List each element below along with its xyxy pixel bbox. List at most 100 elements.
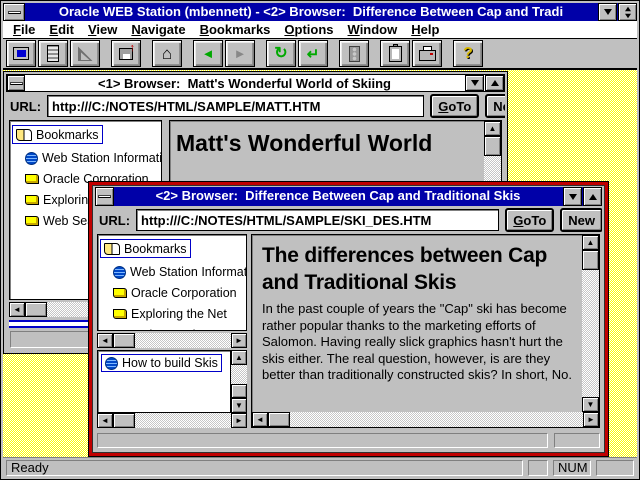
- scrollbar-thumb[interactable]: [113, 333, 135, 348]
- menu-view[interactable]: View: [81, 22, 124, 37]
- menu-options[interactable]: Options: [277, 22, 340, 37]
- print-button[interactable]: [412, 40, 442, 67]
- book-icon: [25, 195, 39, 205]
- stop-button[interactable]: [339, 40, 369, 67]
- home-icon: ⌂: [162, 45, 172, 62]
- window1-maximize-button[interactable]: [485, 75, 504, 91]
- bookmark-item[interactable]: Oracle Corporation: [113, 286, 244, 300]
- window2-body: Bookmarks Web Station Information Oracle…: [95, 234, 602, 428]
- history-item-selected[interactable]: How to build Skis: [101, 354, 222, 372]
- window2-new-button[interactable]: New: [560, 208, 602, 232]
- home-button[interactable]: ⌂: [152, 40, 182, 67]
- menu-bar: File Edit View Navigate Bookmarks Option…: [3, 21, 637, 39]
- scroll-left-icon[interactable]: ◄: [97, 413, 113, 428]
- system-menu-button[interactable]: [3, 3, 25, 21]
- menu-file[interactable]: File: [6, 22, 42, 37]
- scroll-down-icon[interactable]: ▼: [582, 397, 599, 412]
- window2-frame: <2> Browser: Difference Between Cap and …: [92, 185, 605, 453]
- window2-left-column: Bookmarks Web Station Information Oracle…: [97, 234, 247, 428]
- help-icon: ?: [463, 45, 473, 63]
- main-window-title: Oracle WEB Station (mbennett) - <2> Brow…: [25, 3, 597, 21]
- scrollbar-thumb[interactable]: [113, 413, 135, 428]
- window2-page-paragraph: In the past couple of years the "Cap" sk…: [262, 301, 572, 384]
- window2-page: The differences between Cap and Traditio…: [252, 235, 582, 412]
- main-title-bar: Oracle WEB Station (mbennett) - <2> Brow…: [3, 3, 637, 21]
- help-button[interactable]: ?: [453, 40, 483, 67]
- bookmarks-label: Bookmarks: [124, 242, 187, 256]
- back-icon: ◄: [202, 46, 215, 61]
- window2-maximize-button[interactable]: [583, 187, 602, 206]
- url-label: URL:: [99, 213, 130, 228]
- forward-button[interactable]: ►: [225, 40, 255, 67]
- window1-url-input[interactable]: [47, 95, 424, 117]
- window2-bookmarks-header[interactable]: Bookmarks: [100, 239, 191, 258]
- browser-window-2: <2> Browser: Difference Between Cap and …: [88, 181, 609, 457]
- server-button[interactable]: [38, 40, 68, 67]
- window2-system-menu-button[interactable]: [95, 187, 114, 206]
- window2-content-hscrollbar[interactable]: ◄ ►: [252, 412, 599, 427]
- history-hscrollbar[interactable]: ◄ ►: [97, 413, 247, 428]
- system-menu-icon: [98, 195, 111, 198]
- reload-button[interactable]: ↻: [266, 40, 296, 67]
- window2-content-panel: The differences between Cap and Traditio…: [251, 234, 600, 428]
- scrollbar-thumb[interactable]: [582, 250, 599, 270]
- bookmark-item[interactable]: Web Station Information: [113, 265, 244, 279]
- bookmark-item[interactable]: Exploring the Net: [113, 307, 244, 321]
- history-item-label: How to build Skis: [122, 356, 218, 370]
- window2-content-vscrollbar[interactable]: ▲ ▼: [582, 235, 599, 412]
- back-button[interactable]: ◄: [193, 40, 223, 67]
- forward-icon: ►: [234, 46, 247, 61]
- window2-goto-button[interactable]: GoTo: [505, 208, 554, 232]
- window1-minimize-button[interactable]: [465, 75, 484, 91]
- scroll-up-icon[interactable]: ▲: [582, 235, 599, 250]
- enter-url-icon: ↵: [307, 45, 320, 63]
- scrollbar-thumb[interactable]: [484, 136, 501, 156]
- menu-bookmarks[interactable]: Bookmarks: [193, 22, 278, 37]
- restore-down-icon: [625, 13, 631, 18]
- scroll-right-icon[interactable]: ►: [583, 412, 599, 427]
- book-icon: [113, 309, 127, 319]
- server-icon: [47, 45, 59, 62]
- status-panel-blank: [596, 460, 634, 476]
- menu-help[interactable]: Help: [404, 22, 446, 37]
- restore-button[interactable]: [618, 3, 637, 21]
- scrollbar-thumb[interactable]: [231, 384, 247, 398]
- history-vscrollbar[interactable]: ▲ ▼: [231, 350, 247, 413]
- scroll-left-icon[interactable]: ◄: [9, 302, 25, 317]
- minimize-button[interactable]: [598, 3, 617, 21]
- window1-system-menu-button[interactable]: [7, 75, 25, 91]
- window1-goto-button[interactable]: GoTo: [430, 94, 479, 118]
- scroll-down-icon[interactable]: ▼: [231, 398, 247, 413]
- window1-bookmarks-header[interactable]: Bookmarks: [12, 125, 103, 144]
- menu-navigate[interactable]: Navigate: [124, 22, 192, 37]
- scroll-right-icon[interactable]: ►: [231, 413, 247, 428]
- menu-window[interactable]: Window: [341, 22, 405, 37]
- url-label: URL:: [10, 99, 41, 114]
- window2-minimize-button[interactable]: [563, 187, 582, 206]
- scrollbar-thumb[interactable]: [25, 302, 47, 317]
- scroll-up-icon[interactable]: ▲: [484, 121, 501, 136]
- drafting-tools-button[interactable]: [70, 40, 100, 67]
- window2-url-input[interactable]: [136, 209, 499, 231]
- status-panel-blank: [528, 460, 548, 476]
- menu-edit[interactable]: Edit: [42, 22, 81, 37]
- scrollbar-thumb[interactable]: [268, 412, 290, 427]
- window2-page-heading: The differences between Cap and Traditio…: [262, 242, 572, 296]
- globe-icon: [105, 357, 118, 370]
- scroll-right-icon[interactable]: ►: [231, 333, 247, 348]
- enter-url-button[interactable]: ↵: [298, 40, 328, 67]
- scroll-left-icon[interactable]: ◄: [252, 412, 268, 427]
- bookmark-item[interactable]: Web Searchers: [113, 328, 244, 331]
- scroll-left-icon[interactable]: ◄: [97, 333, 113, 348]
- minimize-icon: [569, 194, 577, 200]
- bookmark-item[interactable]: Web Station Information: [25, 151, 159, 165]
- window2-bookmarks-hscrollbar[interactable]: ◄ ►: [97, 333, 247, 348]
- scroll-up-icon[interactable]: ▲: [231, 350, 247, 365]
- workstation-button[interactable]: [6, 40, 36, 67]
- window2-history-panel: How to build Skis ▲ ▼: [97, 350, 247, 428]
- load-file-button[interactable]: ↑: [111, 40, 141, 67]
- window1-title-bar: <1> Browser: Matt's Wonderful World of S…: [6, 74, 505, 92]
- status-message: Ready: [6, 460, 523, 476]
- paste-button[interactable]: [380, 40, 410, 67]
- window1-new-button[interactable]: New: [485, 94, 505, 118]
